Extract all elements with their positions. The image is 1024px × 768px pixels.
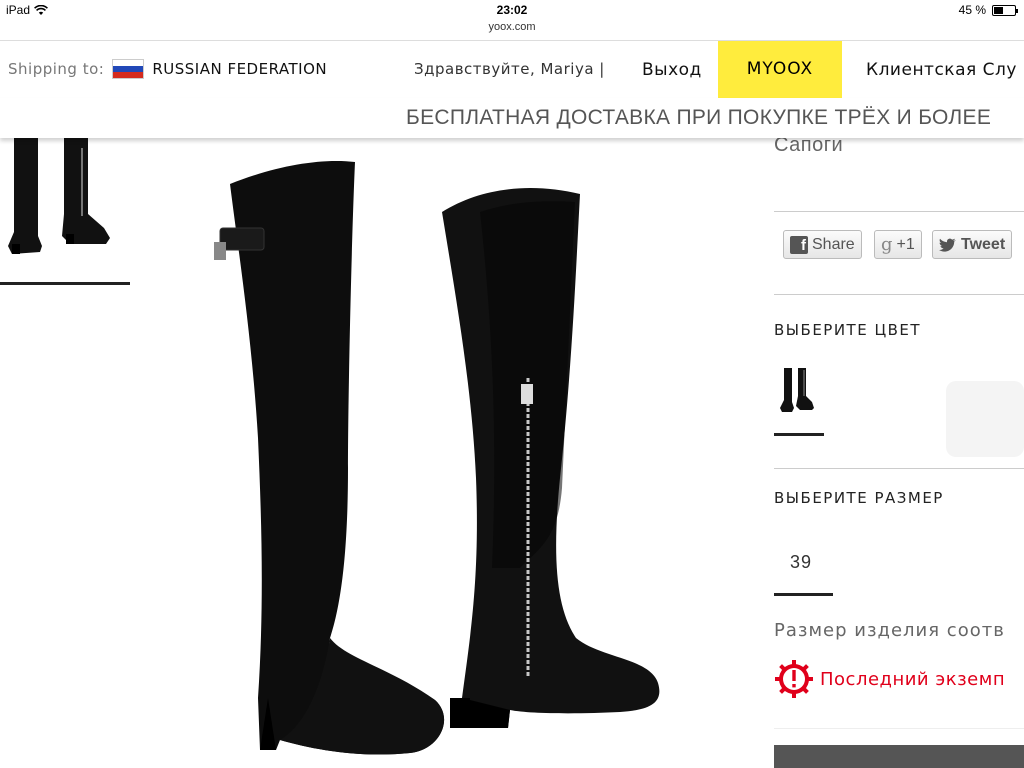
color-swatch-boots-image (780, 368, 814, 412)
facebook-share-button[interactable]: f Share (783, 230, 862, 259)
shipping-label: Shipping to: (8, 60, 105, 78)
thumbnail-boots-image (8, 138, 110, 254)
size-fit-text[interactable]: Размер изделия соотв (774, 620, 1005, 641)
facebook-icon: f (790, 235, 808, 254)
battery-icon (992, 4, 1018, 16)
myoox-button[interactable]: MYOOX (718, 41, 842, 98)
thumbnail-selected-indicator (0, 282, 130, 285)
size-option-39[interactable]: 39 (790, 552, 812, 573)
status-right: 45 % (958, 3, 1018, 17)
product-name: Сапоги (774, 138, 844, 156)
russia-flag-icon (112, 59, 145, 79)
last-item-text: Последний экземп (820, 668, 1006, 690)
google-plus-icon: g (881, 234, 893, 255)
google-plus-label: +1 (896, 235, 915, 253)
boots-image (214, 160, 660, 755)
alert-gear-icon (775, 660, 813, 698)
color-section-title: ВЫБЕРИТЕ ЦВЕТ (774, 321, 922, 339)
divider (774, 211, 1024, 212)
battery-percent: 45 % (958, 3, 986, 17)
twitter-tweet-button[interactable]: Tweet (932, 230, 1013, 259)
shipping-selector[interactable]: Shipping to: RUSSIAN FEDERATION (8, 59, 327, 79)
divider (774, 728, 1024, 729)
divider (774, 468, 1024, 469)
google-plus-button[interactable]: g +1 (874, 230, 922, 259)
logout-link[interactable]: Выход (642, 60, 702, 80)
twitter-tweet-label: Tweet (961, 235, 1006, 253)
clock: 23:02 (496, 3, 528, 17)
add-to-cart-button[interactable] (774, 745, 1024, 768)
user-greeting: Здравствуйте, Mariya | (414, 60, 605, 78)
battery-level (994, 6, 1003, 14)
product-main-image[interactable] (180, 138, 700, 768)
last-item-notice: Последний экземп (774, 659, 1005, 699)
color-selected-indicator (774, 433, 824, 436)
size-selected-indicator (774, 593, 833, 596)
divider (774, 294, 1024, 295)
size-section-title: ВЫБЕРИТЕ РАЗМЕР (774, 489, 944, 507)
color-swatch-black[interactable] (776, 366, 820, 418)
url-display[interactable]: yoox.com (0, 21, 1024, 33)
status-bar: iPad 23:02 45 % (0, 0, 1024, 20)
customer-service-link[interactable]: Клиентская Слу (866, 60, 1017, 80)
promo-banner[interactable]: БЕСПЛАТНАЯ ДОСТАВКА ПРИ ПОКУПКЕ ТРЁХ И Б… (0, 98, 1024, 138)
promo-text: БЕСПЛАТНАЯ ДОСТАВКА ПРИ ПОКУПКЕ ТРЁХ И Б… (406, 106, 992, 129)
shipping-country: RUSSIAN FEDERATION (152, 60, 328, 78)
product-details: Сапоги f Share g +1 Tweet ВЫБЕРИТЕ ЦВЕТ … (774, 138, 1024, 768)
top-navigation: Shipping to: RUSSIAN FEDERATION Здравств… (0, 40, 1024, 98)
product-thumbnail[interactable] (0, 138, 130, 286)
color-swatch-empty[interactable] (946, 381, 1024, 457)
twitter-icon (939, 238, 956, 252)
facebook-share-label: Share (812, 235, 855, 253)
